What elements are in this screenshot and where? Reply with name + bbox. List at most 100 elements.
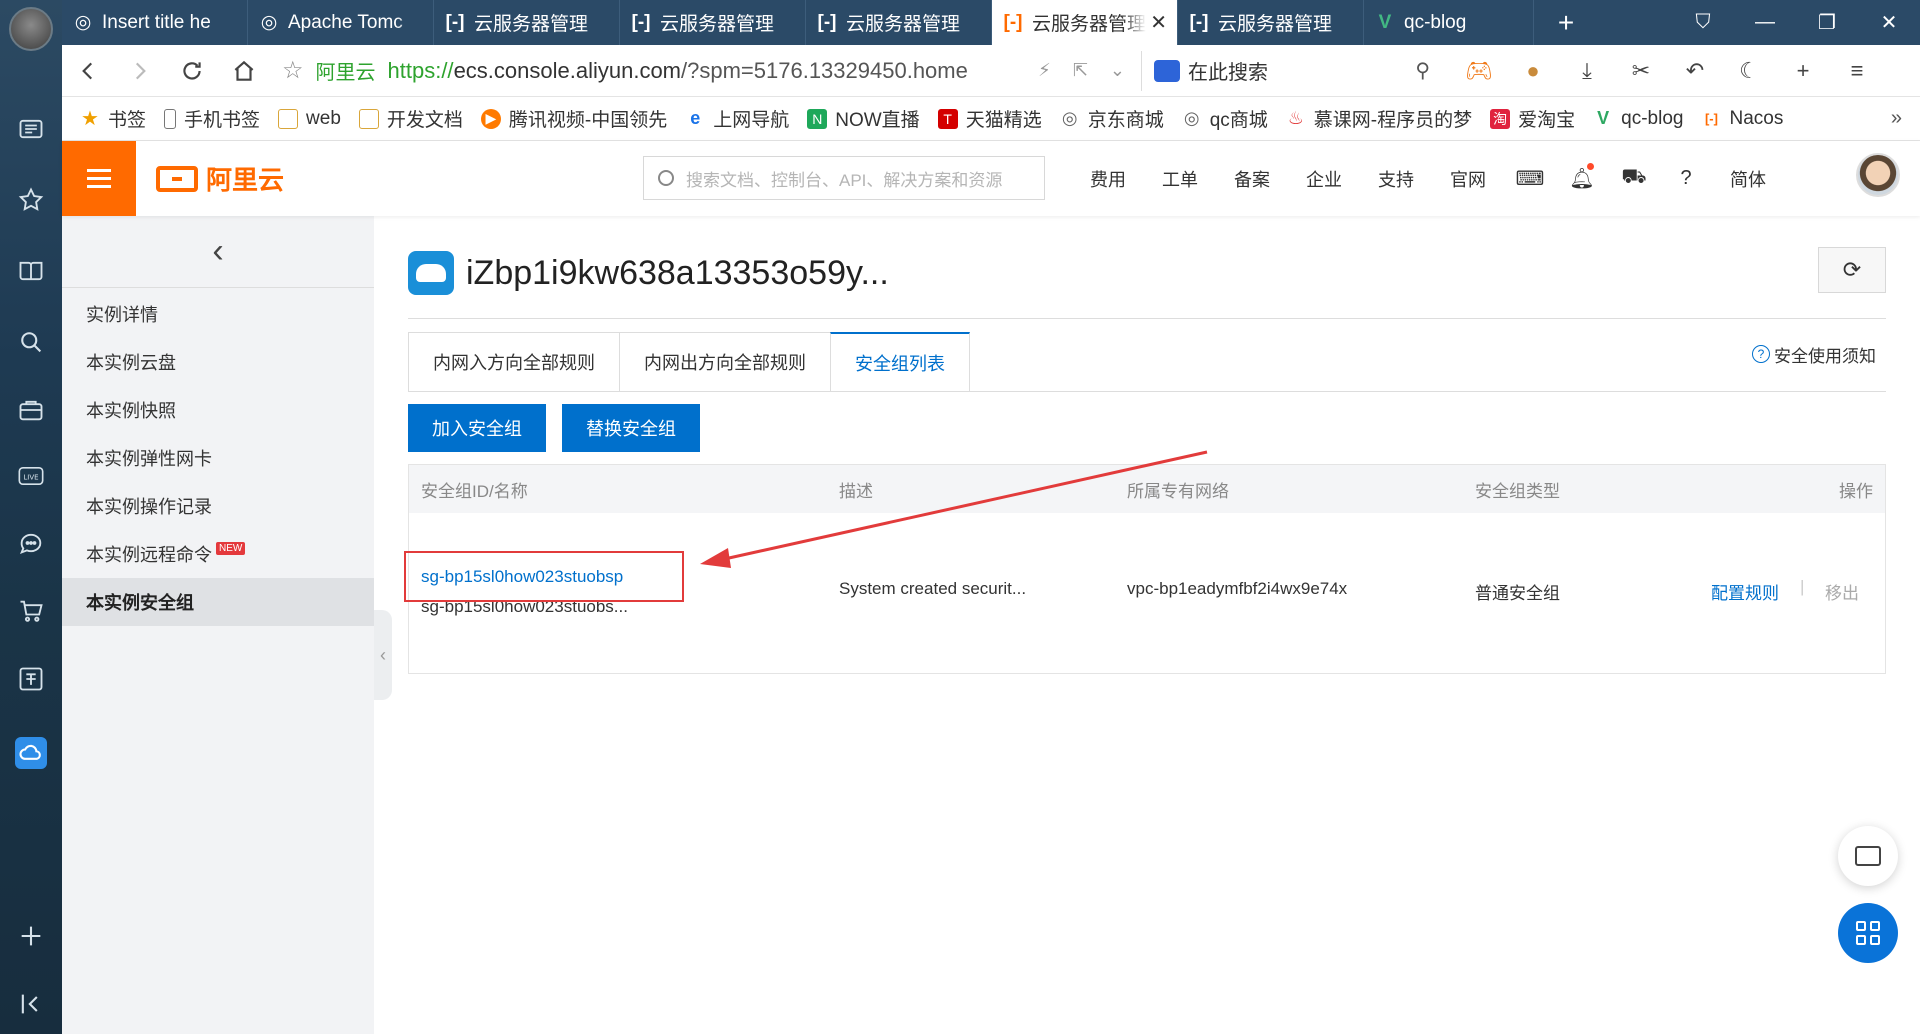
download-icon[interactable]: ⤓ <box>1560 45 1614 97</box>
game-icon[interactable]: 🎮︎ <box>1452 45 1506 97</box>
nav-support[interactable]: 支持 <box>1378 166 1414 192</box>
collapse-sidebar-handle[interactable]: ‹ <box>374 610 392 700</box>
browser-tab[interactable]: Vqc-blog <box>1364 0 1534 45</box>
cloud-icon[interactable] <box>15 737 47 769</box>
help-icon[interactable]: ? <box>1660 167 1712 190</box>
bookmark-item[interactable]: ★ 书签 <box>80 105 146 132</box>
menu-instance-snapshots[interactable]: 本实例快照 <box>62 386 374 434</box>
new-tab-button[interactable]: + <box>1534 0 1598 45</box>
moon-icon[interactable]: ☾ <box>1722 45 1776 97</box>
account-avatar[interactable] <box>1856 153 1900 197</box>
console-search-input[interactable]: 搜索文档、控制台、API、解决方案和资源 <box>643 156 1045 200</box>
book-icon[interactable] <box>15 255 47 287</box>
tab-security-group-list[interactable]: 安全组列表 <box>830 332 970 392</box>
reader-icon[interactable] <box>15 113 47 145</box>
plus-icon[interactable]: + <box>1776 45 1830 97</box>
add-icon[interactable] <box>15 920 47 952</box>
bookmark-star-icon[interactable]: ☆ <box>282 56 304 85</box>
close-icon[interactable]: ✕ <box>1150 10 1167 35</box>
back-chevron-icon[interactable]: ‹ <box>62 216 374 288</box>
nav-icp[interactable]: 备案 <box>1234 166 1270 192</box>
undo-icon[interactable]: ↶ <box>1668 45 1722 97</box>
action-separator: | <box>1800 577 1805 596</box>
menu-instance-security-groups[interactable]: 本实例安全组 <box>62 578 374 626</box>
menu-instance-eni[interactable]: 本实例弹性网卡 <box>62 434 374 482</box>
bell-icon[interactable]: 🔔︎ <box>1556 163 1608 191</box>
bookmark-item[interactable]: 淘爱淘宝 <box>1490 105 1575 132</box>
back-button[interactable] <box>62 45 114 97</box>
feedback-chat-button[interactable] <box>1838 826 1898 886</box>
bookmark-item[interactable]: N NOW直播 <box>807 105 920 132</box>
more-bookmarks-icon[interactable]: » <box>1891 107 1920 130</box>
close-window-button[interactable]: ✕ <box>1858 0 1920 45</box>
chevron-down-icon[interactable]: ⌄ <box>1110 60 1125 81</box>
browser-tab[interactable]: [-] 云服务器管理 <box>434 0 620 45</box>
scissors-icon[interactable]: ✂ <box>1614 45 1668 97</box>
browser-tab-active[interactable]: [-] 云服务器管理 ✕ <box>992 0 1178 45</box>
browser-tab[interactable]: ◎ Insert title he <box>62 0 248 45</box>
bookmark-item[interactable]: web <box>278 108 341 130</box>
share-icon[interactable]: ⇱ <box>1073 60 1088 81</box>
bookmark-item[interactable]: 开发文档 <box>358 105 463 132</box>
bookmark-item[interactable]: ♨ 慕课网-程序员的梦 <box>1286 105 1472 132</box>
bookmark-item[interactable]: [-] Nacos <box>1701 108 1783 130</box>
menu-instance-disks[interactable]: 本实例云盘 <box>62 338 374 386</box>
minimize-button[interactable]: — <box>1734 0 1796 45</box>
home-button[interactable] <box>218 45 270 97</box>
menu-icon[interactable]: ≡ <box>1830 45 1884 97</box>
cookie-icon[interactable]: ● <box>1506 45 1560 97</box>
chat-icon[interactable] <box>15 527 47 559</box>
rule-tabs: 内网入方向全部规则 内网出方向全部规则 安全组列表 <box>408 332 970 392</box>
bookmark-item[interactable]: ◎ 京东商城 <box>1060 105 1164 132</box>
refresh-button[interactable]: ⟳ <box>1818 247 1886 293</box>
hamburger-menu-button[interactable] <box>62 141 136 216</box>
bookmark-item[interactable]: Vqc-blog <box>1593 108 1683 130</box>
collapse-panel-icon[interactable] <box>15 988 47 1020</box>
briefcase-icon[interactable] <box>15 394 47 426</box>
menu-instance-operation-log[interactable]: 本实例操作记录 <box>62 482 374 530</box>
nav-official-site[interactable]: 官网 <box>1450 166 1486 192</box>
search-icon[interactable] <box>15 326 47 358</box>
search-icon[interactable]: ⚲ <box>1415 58 1430 83</box>
browser-tab[interactable]: [-] 云服务器管理 <box>620 0 806 45</box>
restore-button[interactable]: ❐ <box>1796 0 1858 45</box>
tab-ingress-rules[interactable]: 内网入方向全部规则 <box>408 332 619 392</box>
tab-egress-rules[interactable]: 内网出方向全部规则 <box>619 332 830 392</box>
menu-instance-details[interactable]: 实例详情 <box>62 290 374 338</box>
bookmark-item[interactable]: e 上网导航 <box>685 105 789 132</box>
bookmark-item[interactable]: 手机书签 <box>164 105 260 132</box>
baidu-paw-icon[interactable] <box>1154 59 1180 82</box>
bookmark-item[interactable]: T 天猫精选 <box>937 105 1042 132</box>
aliyun-logo[interactable]: 阿里云 <box>156 160 284 197</box>
bookmark-item[interactable]: ▶ 腾讯视频-中国领先 <box>480 105 667 132</box>
nav-fees[interactable]: 费用 <box>1090 166 1126 192</box>
configure-rules-link[interactable]: 配置规则 <box>1711 579 1779 604</box>
cart-icon[interactable]: ⛟ <box>1608 166 1660 191</box>
forward-button[interactable] <box>114 45 166 97</box>
language-switch[interactable]: 简体 <box>1730 166 1766 192</box>
search-box[interactable]: 在此搜索 ⚲ <box>1142 51 1442 91</box>
favorites-icon[interactable] <box>15 184 47 216</box>
live-icon[interactable]: LIVE <box>15 460 47 492</box>
url-field[interactable]: ☆ 阿里云 https://ecs.console.aliyun.com/?sp… <box>282 50 1142 91</box>
lightning-icon[interactable]: ⚡ <box>1038 60 1051 81</box>
translate-icon[interactable] <box>15 663 47 695</box>
browser-tab[interactable]: ◎ Apache Tomc <box>248 0 434 45</box>
user-avatar[interactable] <box>9 7 53 51</box>
tmall-icon: T <box>937 108 958 129</box>
nav-enterprise[interactable]: 企业 <box>1306 166 1342 192</box>
menu-instance-remote-commands[interactable]: 本实例远程命令 NEW <box>62 530 374 578</box>
nav-tickets[interactable]: 工单 <box>1162 166 1198 192</box>
apps-grid-button[interactable] <box>1838 903 1898 963</box>
browser-tab[interactable]: [-] 云服务器管理 <box>806 0 992 45</box>
tab-title: 云服务器管理 <box>1032 14 1147 35</box>
cart-icon[interactable] <box>15 595 47 627</box>
join-security-group-button[interactable]: 加入安全组 <box>408 404 546 452</box>
browser-tab[interactable]: [-] 云服务器管理 <box>1178 0 1364 45</box>
bookmark-item[interactable]: ◎ qc商城 <box>1182 105 1268 132</box>
terminal-icon[interactable]: ⌨ <box>1504 166 1556 191</box>
reload-button[interactable] <box>166 45 218 97</box>
security-tip-link[interactable]: ? 安全使用须知 <box>1752 334 1876 374</box>
replace-security-group-button[interactable]: 替换安全组 <box>562 404 700 452</box>
skin-icon[interactable]: ⛉ <box>1672 0 1734 45</box>
